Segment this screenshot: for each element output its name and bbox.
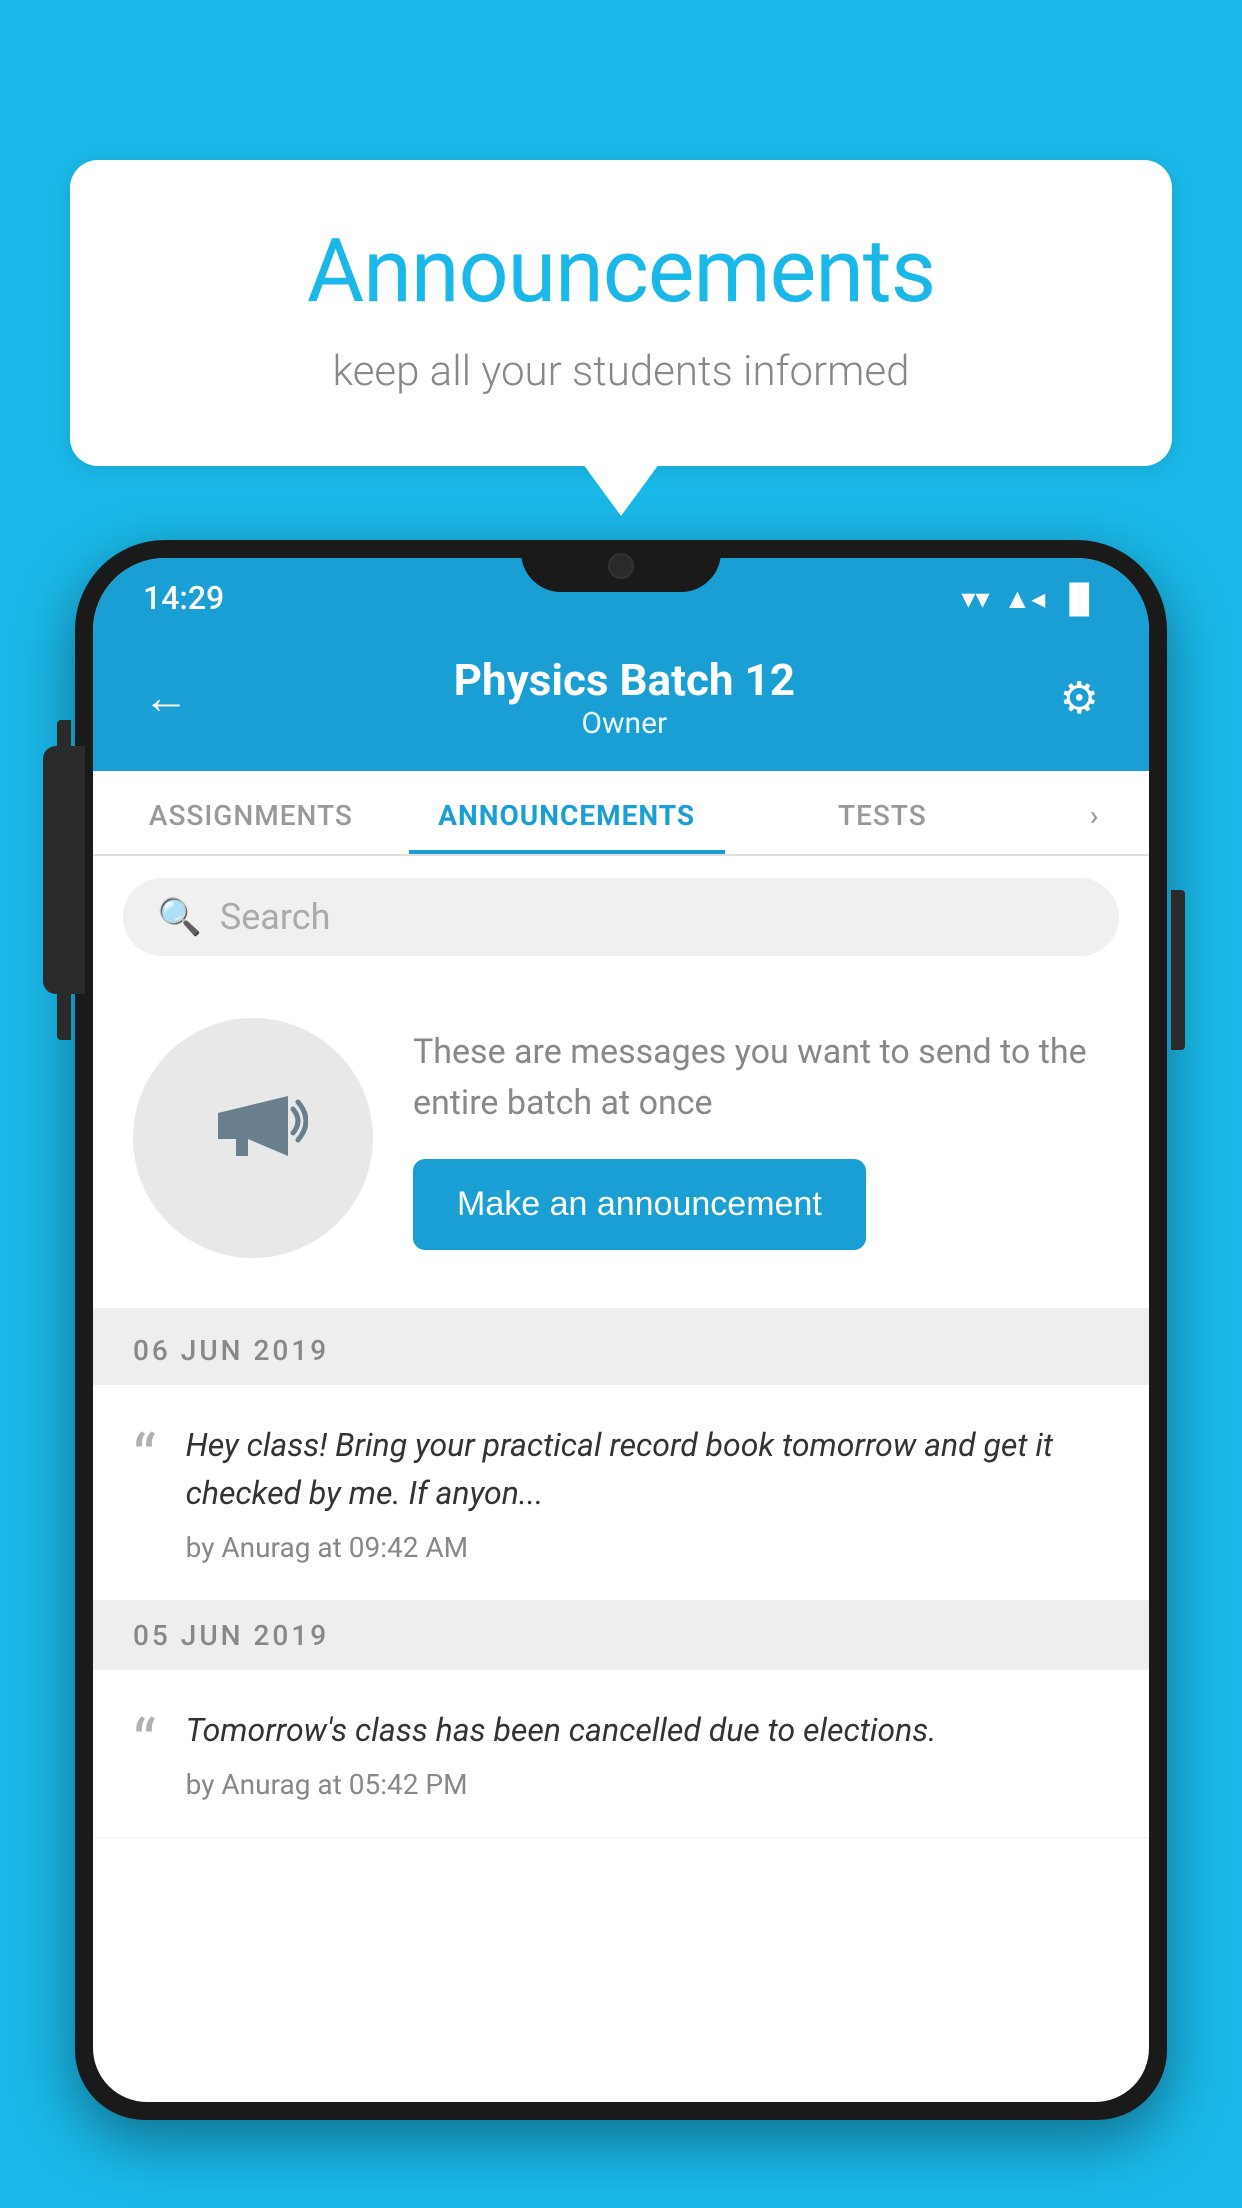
announcement-content-1: Hey class! Bring your practical record b… (186, 1421, 1109, 1564)
search-icon: 🔍 (157, 896, 202, 938)
promo-content: These are messages you want to send to t… (413, 1027, 1109, 1250)
notch-camera (608, 553, 634, 579)
date-separator-2: 05 JUN 2019 (93, 1601, 1149, 1670)
status-icons: ▾▾ ▲◂ ▐▌ (961, 582, 1099, 615)
date-label-2: 05 JUN 2019 (133, 1619, 329, 1652)
search-bar[interactable]: 🔍 Search (123, 878, 1119, 956)
promo-description: These are messages you want to send to t… (413, 1027, 1109, 1129)
tab-assignments[interactable]: ASSIGNMENTS (93, 771, 409, 854)
header-title: Physics Batch 12 (454, 654, 795, 706)
tab-tests[interactable]: TESTS (725, 771, 1041, 854)
megaphone-icon (198, 1071, 308, 1206)
tab-more[interactable]: › (1040, 771, 1149, 854)
header-subtitle: Owner (454, 706, 795, 741)
announcement-content-2: Tomorrow's class has been cancelled due … (186, 1706, 1109, 1801)
search-container: 🔍 Search (93, 856, 1149, 978)
announcement-item-2[interactable]: “ Tomorrow's class has been cancelled du… (93, 1670, 1149, 1838)
make-announcement-button[interactable]: Make an announcement (413, 1159, 866, 1250)
wifi-icon: ▾▾ (961, 582, 989, 615)
signal-icon: ▲◂ (1004, 582, 1046, 615)
quote-icon-2: “ (133, 1712, 156, 1801)
status-time: 14:29 (143, 579, 224, 617)
tab-bar: ASSIGNMENTS ANNOUNCEMENTS TESTS › (93, 771, 1149, 856)
date-separator-1: 06 JUN 2019 (93, 1316, 1149, 1385)
phone-screen: 14:29 ▾▾ ▲◂ ▐▌ ← Physics Batch 12 Owner … (93, 558, 1149, 2102)
tab-announcements[interactable]: ANNOUNCEMENTS (409, 771, 725, 854)
bubble-title: Announcements (150, 220, 1092, 323)
announcement-item-1[interactable]: “ Hey class! Bring your practical record… (93, 1385, 1149, 1601)
phone-notch (521, 540, 721, 592)
announcement-text-1: Hey class! Bring your practical record b… (186, 1421, 1109, 1517)
bubble-subtitle: keep all your students informed (150, 347, 1092, 396)
quote-icon-1: “ (133, 1427, 156, 1564)
promo-icon-circle (133, 1018, 373, 1258)
announcement-text-2: Tomorrow's class has been cancelled due … (186, 1706, 1109, 1754)
announcement-author-1: by Anurag at 09:42 AM (186, 1531, 1109, 1564)
phone-outer: 14:29 ▾▾ ▲◂ ▐▌ ← Physics Batch 12 Owner … (75, 540, 1167, 2120)
announcement-author-2: by Anurag at 05:42 PM (186, 1768, 1109, 1801)
battery-icon: ▐▌ (1059, 582, 1099, 615)
phone-wrapper: 14:29 ▾▾ ▲◂ ▐▌ ← Physics Batch 12 Owner … (75, 540, 1167, 2208)
settings-icon[interactable]: ⚙ (1060, 672, 1099, 724)
date-label-1: 06 JUN 2019 (133, 1334, 329, 1367)
app-header: ← Physics Batch 12 Owner ⚙ (93, 630, 1149, 771)
announcement-promo: These are messages you want to send to t… (93, 978, 1149, 1316)
header-center: Physics Batch 12 Owner (454, 654, 795, 741)
speech-bubble-section: Announcements keep all your students inf… (70, 160, 1172, 466)
back-button[interactable]: ← (143, 670, 189, 725)
speech-bubble-card: Announcements keep all your students inf… (70, 160, 1172, 466)
search-placeholder: Search (220, 896, 331, 938)
